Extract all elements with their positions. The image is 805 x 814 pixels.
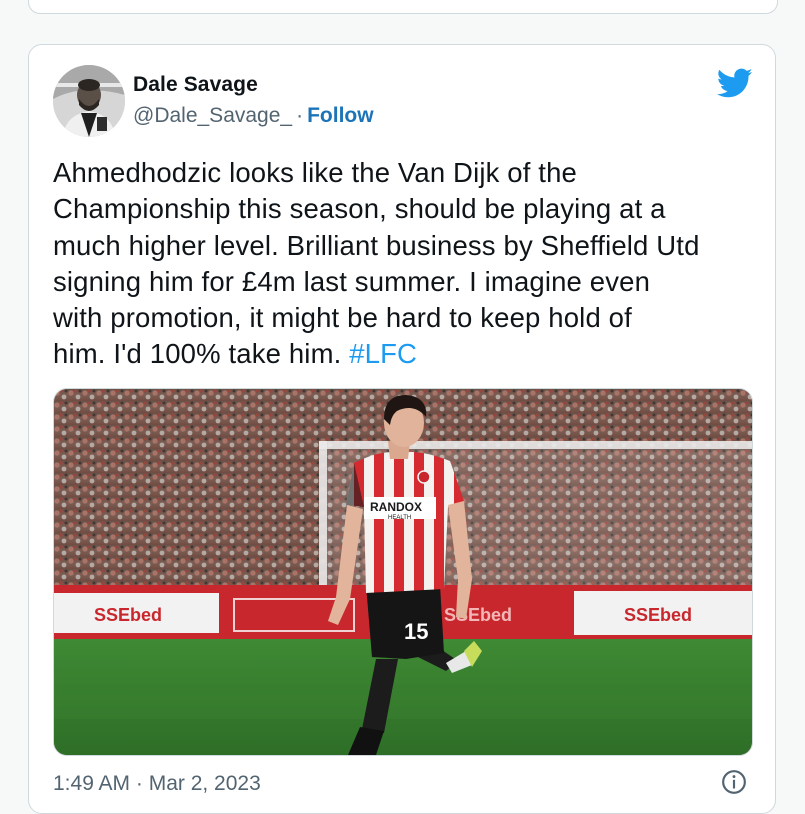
board-text: SSEbed bbox=[624, 605, 692, 625]
shirt-number: 15 bbox=[404, 619, 428, 644]
tweet-text-line: Championship this season, should be play… bbox=[53, 193, 666, 225]
tweet-text-last-line: him. I'd 100% take him. #LFC bbox=[53, 336, 753, 372]
tweet-timestamp[interactable]: 1:49 AM · Mar 2, 2023 bbox=[53, 772, 261, 796]
previous-tweet-card bbox=[28, 0, 778, 14]
tweet-text-line: him. I'd 100% take him. bbox=[53, 338, 350, 370]
author-handle-row: @Dale_Savage_ · Follow bbox=[133, 104, 374, 128]
hashtag-link[interactable]: #LFC bbox=[349, 338, 417, 369]
follow-button[interactable]: Follow bbox=[307, 104, 374, 127]
info-icon[interactable] bbox=[721, 769, 747, 795]
board-text: SSEbed bbox=[444, 605, 512, 625]
avatar[interactable] bbox=[53, 65, 125, 137]
kit-sponsor: RANDOX bbox=[370, 500, 422, 514]
separator-dot: · bbox=[296, 104, 304, 127]
tweet-card[interactable]: Dale Savage @Dale_Savage_ · Follow Ahmedho… bbox=[28, 44, 776, 814]
tweet-text: Ahmedhodzic looks like the Van Dijk of t… bbox=[53, 155, 753, 373]
tweet-text-line: signing him for £4m last summer. I imagi… bbox=[53, 265, 651, 297]
twitter-bird-icon[interactable] bbox=[717, 65, 753, 101]
tweet-text-line: with promotion, it might be hard to keep… bbox=[53, 302, 632, 334]
kit-sponsor-sub: HEALTH bbox=[388, 515, 411, 521]
tweet-photo[interactable]: SSEbed SSEbed SSEbed 15 RANDOX HEALTH bbox=[53, 388, 753, 756]
tweet-text-line: much higher level. Brilliant business by… bbox=[53, 229, 700, 261]
tweet-text-line: Ahmedhodzic looks like the Van Dijk of t… bbox=[53, 157, 577, 188]
author-handle[interactable]: @Dale_Savage_ bbox=[133, 104, 292, 127]
board-text: SSEbed bbox=[94, 605, 162, 625]
author-name[interactable]: Dale Savage bbox=[133, 73, 258, 97]
